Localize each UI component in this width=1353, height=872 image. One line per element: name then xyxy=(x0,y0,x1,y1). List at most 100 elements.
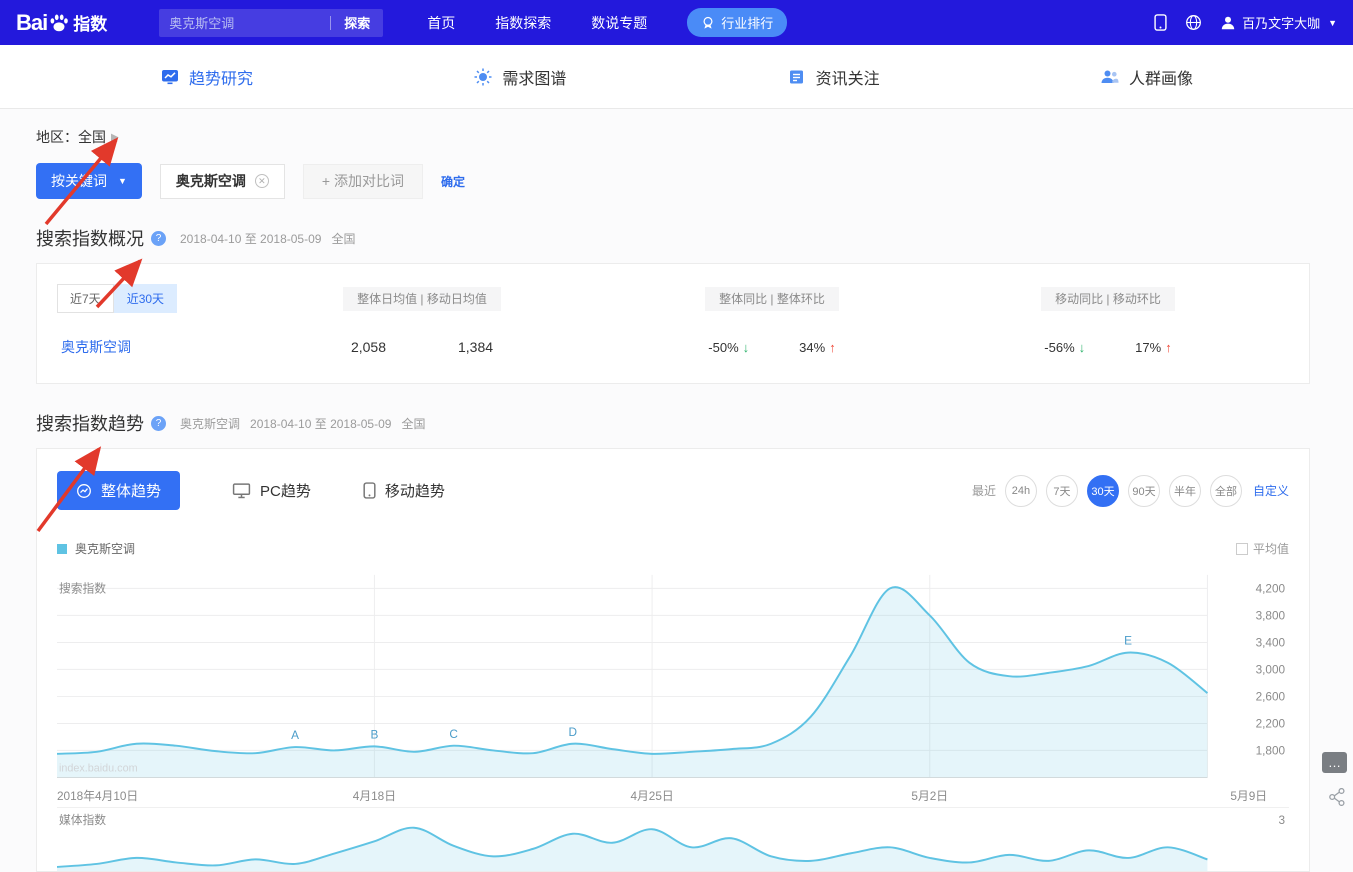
tab-label: 整体趋势 xyxy=(101,480,161,501)
time-range-selector: 最近 24h 7天 30天 90天 半年 全部 自定义 xyxy=(972,475,1289,507)
mobile-app-icon[interactable] xyxy=(1154,13,1167,32)
ellipsis-icon: … xyxy=(1328,755,1341,770)
svg-text:2,200: 2,200 xyxy=(1256,717,1286,730)
search-button[interactable]: 探索 xyxy=(331,13,383,32)
svg-text:搜索指数: 搜索指数 xyxy=(59,581,106,595)
region-value: 全国 xyxy=(78,127,106,147)
search-box: 探索 xyxy=(159,9,383,37)
tab-last-30-days[interactable]: 近30天 xyxy=(114,284,177,313)
range-24h[interactable]: 24h xyxy=(1005,475,1037,507)
overview-title: 搜索指数概况 xyxy=(36,225,144,251)
module-subnav: 趋势研究 需求图谱 资讯关注 人群画像 xyxy=(0,45,1353,109)
legend-label: 奥克斯空调 xyxy=(75,540,135,557)
ranking-medal-icon xyxy=(701,16,715,30)
tab-label: PC趋势 xyxy=(260,480,311,501)
trend-date-range: 2018-04-10 至 2018-05-09 xyxy=(250,415,391,432)
column-header-overall-compare: 整体同比 | 整体环比 xyxy=(637,290,907,308)
baidu-index-logo[interactable]: Bai 指数 xyxy=(16,10,107,36)
chevron-down-icon: ▼ xyxy=(118,176,127,186)
svg-text:C: C xyxy=(449,728,458,741)
search-index-trend-card: 整体趋势 PC趋势 移动趋势 最近 24h 7天 xyxy=(36,448,1310,872)
nav-data-topics[interactable]: 数说专题 xyxy=(591,13,647,33)
range-30d[interactable]: 30天 xyxy=(1087,475,1119,507)
top-nav: 首页 指数探索 数说专题 行业排行 xyxy=(427,8,787,37)
search-index-overview-card: 近7天 近30天 整体日均值 | 移动日均值 整体同比 | 整体环比 移动同比 … xyxy=(36,263,1310,384)
keyword-toolbar: 按关键词 ▼ 奥克斯空调 ✕ + 添加对比词 确定 xyxy=(36,163,1353,199)
chevron-right-icon: ▶ xyxy=(111,132,119,143)
mobile-yoy-value: -56% xyxy=(1044,340,1074,355)
share-nodes-icon xyxy=(1329,788,1345,806)
daily-avg-values: 2,058 1,384 xyxy=(207,339,637,355)
feedback-button[interactable]: … xyxy=(1322,752,1347,773)
tab-overall-trend[interactable]: 整体趋势 xyxy=(57,471,180,510)
overview-data-row: 奥克斯空调 2,058 1,384 -50%↓ 34%↑ -56%↓ 17%↑ xyxy=(37,337,1309,357)
svg-text:4月25日: 4月25日 xyxy=(630,790,673,803)
tab-last-7-days[interactable]: 近7天 xyxy=(57,284,114,313)
audience-profile-icon xyxy=(1100,67,1120,87)
range-all[interactable]: 全部 xyxy=(1210,475,1242,507)
keyword-mode-label: 按关键词 xyxy=(51,171,107,191)
svg-text:2018年4月10日: 2018年4月10日 xyxy=(57,789,138,803)
average-checkbox[interactable] xyxy=(1236,543,1248,555)
subnav-item-demand-graph[interactable]: 需求图谱 xyxy=(473,65,566,89)
search-input[interactable] xyxy=(159,15,330,30)
tab-label: 移动趋势 xyxy=(385,480,445,501)
subnav-item-news-watch[interactable]: 资讯关注 xyxy=(787,65,880,89)
region-selector[interactable]: 地区： 全国 ▶ xyxy=(36,127,1353,147)
add-compare-button[interactable]: + 添加对比词 xyxy=(303,164,423,199)
tab-mobile-trend[interactable]: 移动趋势 xyxy=(363,480,445,501)
globe-icon[interactable] xyxy=(1185,14,1202,31)
trend-research-icon xyxy=(160,67,180,87)
range-7d[interactable]: 7天 xyxy=(1046,475,1078,507)
region-label: 地区： xyxy=(36,127,78,147)
nav-index-explore[interactable]: 指数探索 xyxy=(495,13,551,33)
keyword-tag[interactable]: 奥克斯空调 ✕ xyxy=(160,164,285,199)
subnav-item-audience-profile[interactable]: 人群画像 xyxy=(1100,65,1193,89)
svg-text:3,800: 3,800 xyxy=(1256,609,1286,622)
industry-ranking-button[interactable]: 行业排行 xyxy=(687,8,787,37)
share-button[interactable] xyxy=(1329,788,1345,811)
range-half-year[interactable]: 半年 xyxy=(1169,475,1201,507)
keyword-mode-button[interactable]: 按关键词 ▼ xyxy=(36,163,142,199)
user-menu[interactable]: 百乃文字大咖 ▼ xyxy=(1220,13,1337,32)
baidu-paw-icon xyxy=(48,12,70,34)
up-arrow-icon: ↑ xyxy=(1165,340,1172,355)
overview-region: 全国 xyxy=(331,230,355,247)
top-right-tools: 百乃文字大咖 ▼ xyxy=(1154,13,1337,32)
news-watch-icon xyxy=(787,67,807,87)
svg-text:4,200: 4,200 xyxy=(1256,582,1286,595)
overall-daily-avg-value: 2,058 xyxy=(351,339,386,355)
average-toggle[interactable]: 平均值 xyxy=(1236,540,1289,557)
trend-keyword: 奥克斯空调 xyxy=(180,415,240,432)
divider xyxy=(57,807,1289,808)
mobile-compare-values: -56%↓ 17%↑ xyxy=(907,340,1309,355)
username: 百乃文字大咖 xyxy=(1242,13,1320,32)
svg-text:A: A xyxy=(291,729,299,742)
svg-text:4月18日: 4月18日 xyxy=(353,790,396,803)
mobile-phone-icon xyxy=(363,482,376,499)
range-90d[interactable]: 90天 xyxy=(1128,475,1160,507)
logo-text-bai: Bai xyxy=(16,10,47,36)
subnav-item-trend-research[interactable]: 趋势研究 xyxy=(160,65,253,89)
help-icon[interactable]: ? xyxy=(151,231,166,246)
tab-pc-trend[interactable]: PC趋势 xyxy=(232,480,311,501)
overall-compare-values: -50%↓ 34%↑ xyxy=(637,340,907,355)
custom-range-link[interactable]: 自定义 xyxy=(1253,482,1289,499)
nav-home[interactable]: 首页 xyxy=(427,13,455,33)
confirm-button[interactable]: 确定 xyxy=(441,173,465,190)
down-arrow-icon: ↓ xyxy=(1079,340,1086,355)
overview-keyword-link[interactable]: 奥克斯空调 xyxy=(37,337,207,357)
help-icon[interactable]: ? xyxy=(151,416,166,431)
up-arrow-icon: ↑ xyxy=(829,340,836,355)
subnav-label: 人群画像 xyxy=(1129,65,1193,89)
svg-text:5月2日: 5月2日 xyxy=(911,790,948,803)
svg-text:D: D xyxy=(568,726,577,739)
search-index-chart[interactable]: 1,8002,2002,6003,0003,4003,8004,200ABCDE… xyxy=(57,569,1291,805)
svg-text:1,800: 1,800 xyxy=(1256,744,1286,757)
subnav-label: 需求图谱 xyxy=(502,65,566,89)
chart-legend-row: 奥克斯空调 平均值 xyxy=(57,540,1289,557)
chevron-down-icon: ▼ xyxy=(1328,18,1337,28)
remove-keyword-icon[interactable]: ✕ xyxy=(255,174,269,188)
media-index-chart[interactable]: 媒体指数3 xyxy=(57,812,1291,871)
user-avatar-icon xyxy=(1220,15,1236,31)
